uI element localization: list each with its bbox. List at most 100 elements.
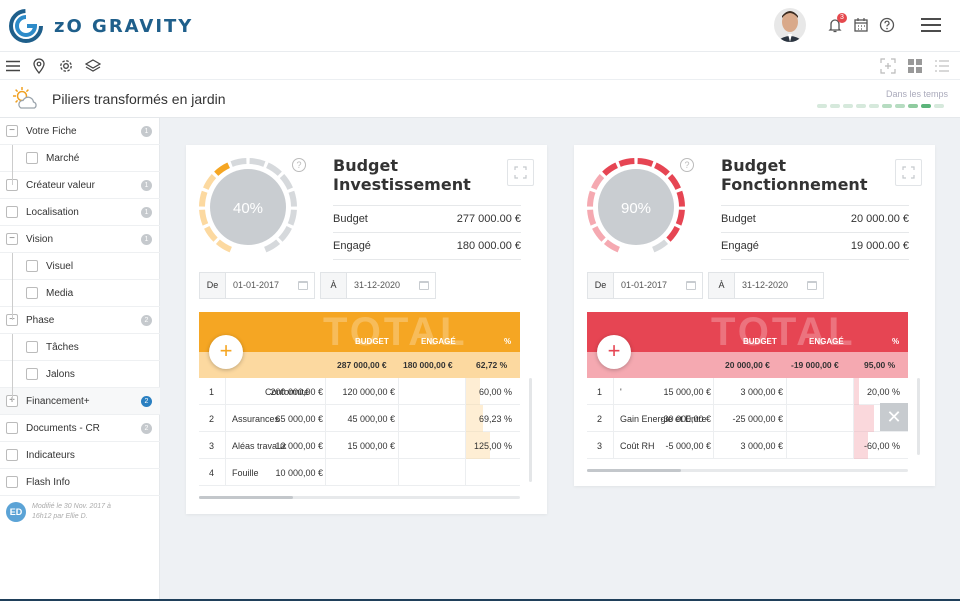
- sidebar-item[interactable]: − Vision 1: [0, 226, 160, 253]
- scrollbar-thumb[interactable]: [199, 496, 293, 499]
- add-line-button[interactable]: +: [597, 335, 631, 369]
- table-row[interactable]: 4 Fouille 10 000,00 €: [199, 459, 520, 486]
- column-header-percent[interactable]: %: [892, 337, 899, 346]
- budget-label: Budget: [721, 213, 756, 225]
- secondary-toolbar: [0, 52, 960, 80]
- main-menu-icon[interactable]: [920, 16, 942, 34]
- checkbox[interactable]: [6, 476, 18, 488]
- page-title: Piliers transformés en jardin: [52, 91, 226, 107]
- vertical-scrollbar[interactable]: [529, 378, 532, 482]
- sidebar-item[interactable]: Indicateurs: [0, 442, 160, 469]
- sidebar-item[interactable]: −Phase2: [0, 307, 160, 334]
- table-row[interactable]: 3 Aléas travaux 12 000,00 €15 000,00 €125,…: [199, 432, 520, 459]
- close-icon[interactable]: ✕: [880, 403, 908, 431]
- column-divider: [325, 378, 326, 405]
- checkbox[interactable]: [26, 341, 38, 353]
- sidebar-item[interactable]: +Financement+2: [0, 388, 160, 415]
- calendar-icon[interactable]: [852, 16, 870, 34]
- horizontal-scrollbar[interactable]: [587, 469, 908, 472]
- row-number: 2: [597, 414, 603, 424]
- sidebar-item[interactable]: Marché: [0, 145, 160, 172]
- column-header-engage[interactable]: ENGAGÉ: [421, 337, 456, 346]
- checkbox[interactable]: [26, 368, 38, 380]
- sidebar-item[interactable]: Créateur valeur 1: [0, 172, 160, 199]
- engage-label: Engagé: [333, 240, 371, 252]
- checkbox[interactable]: [26, 260, 38, 272]
- gauge-segment: [278, 225, 292, 242]
- help-icon[interactable]: [878, 16, 896, 34]
- sidebar-item[interactable]: Localisation 1: [0, 199, 160, 226]
- tree-connector: [12, 253, 13, 320]
- sidebar-item[interactable]: Tâches: [0, 334, 160, 361]
- checkbox[interactable]: [6, 449, 18, 461]
- hamburger-icon[interactable]: [5, 58, 21, 74]
- divider: [721, 259, 909, 260]
- column-header-budget[interactable]: BUDGET: [355, 337, 389, 346]
- calendar-icon[interactable]: [686, 281, 696, 290]
- date-to-field[interactable]: À 31-12-2020: [320, 272, 436, 299]
- date-from-input[interactable]: 01-01-2017: [226, 273, 314, 298]
- column-header-percent[interactable]: %: [504, 337, 511, 346]
- timeline-progress: [817, 104, 944, 108]
- gravity-logo-icon[interactable]: [8, 8, 44, 44]
- location-pin-icon[interactable]: [31, 58, 47, 74]
- table-row[interactable]: 2 Assurances 65 000,00 € 45 000,00 € 69,23 %: [199, 405, 520, 432]
- budget-value: 20 000.00 €: [850, 213, 909, 225]
- add-line-button[interactable]: +: [209, 335, 243, 369]
- help-icon[interactable]: ?: [292, 158, 306, 172]
- gauge-segment: [618, 158, 635, 167]
- focus-expand-icon[interactable]: [880, 58, 896, 74]
- checkbox[interactable]: [6, 422, 18, 434]
- sidebar-item[interactable]: Media: [0, 280, 160, 307]
- tree-connector: [12, 145, 13, 185]
- vertical-scrollbar[interactable]: [917, 378, 920, 455]
- checkbox[interactable]: [6, 206, 18, 218]
- table-row[interactable]: 2 Gain Energie et Entre -30 000,00 € -25 00…: [587, 405, 908, 432]
- sidebar-item-count-badge: 1: [141, 234, 152, 245]
- table-row[interactable]: 1 ' 15 000,00 € 3 000,00 € 20,00 %: [587, 378, 908, 405]
- date-from-field[interactable]: De 01-01-2017: [587, 272, 703, 299]
- checkbox[interactable]: [26, 287, 38, 299]
- sidebar-item[interactable]: Flash Info: [0, 469, 160, 496]
- grid-view-icon[interactable]: [907, 58, 923, 74]
- calendar-icon[interactable]: [298, 281, 308, 290]
- row-budget: -30 000,00 €: [660, 414, 711, 424]
- date-to-field[interactable]: À 31-12-2020: [708, 272, 824, 299]
- help-icon[interactable]: ?: [680, 158, 694, 172]
- layers-icon[interactable]: [85, 58, 101, 74]
- checkbox[interactable]: [26, 152, 38, 164]
- column-header-engage[interactable]: ENGAGÉ: [809, 337, 844, 346]
- table-row[interactable]: 3 Coût RH -5 000,00 € 3 000,00 € -60,00 %: [587, 432, 908, 459]
- date-from-input[interactable]: 01-01-2017: [614, 273, 702, 298]
- calendar-icon[interactable]: [807, 281, 817, 290]
- horizontal-scrollbar[interactable]: [199, 496, 520, 499]
- column-divider: [853, 432, 854, 459]
- fullscreen-button[interactable]: [507, 159, 534, 186]
- row-engage: 3 000,00 €: [740, 441, 783, 451]
- collapse-icon[interactable]: −: [6, 125, 18, 137]
- column-divider: [465, 432, 466, 459]
- sidebar-item[interactable]: Documents - CR 2: [0, 415, 160, 442]
- engage-value: 19 000.00 €: [850, 240, 909, 252]
- scrollbar-thumb[interactable]: [587, 469, 681, 472]
- sidebar-item[interactable]: Visuel: [0, 253, 160, 280]
- gauge-segment: [199, 190, 208, 207]
- gauge-segment: [652, 239, 669, 253]
- gear-icon[interactable]: [58, 58, 74, 74]
- user-avatar[interactable]: [774, 8, 806, 42]
- calendar-icon[interactable]: [419, 281, 429, 290]
- date-to-value: 31-12-2020: [742, 280, 789, 290]
- date-from-field[interactable]: De 01-01-2017: [199, 272, 315, 299]
- editor-avatar[interactable]: ED: [6, 502, 26, 522]
- column-divider: [613, 378, 614, 405]
- table-row[interactable]: 1 Conformité 200 000,00 €120 000,00 €60,00…: [199, 378, 520, 405]
- total-header: TOTAL BUDGET ENGAGÉ%: [587, 312, 908, 352]
- column-header-budget[interactable]: BUDGET: [743, 337, 777, 346]
- date-to-input[interactable]: 31-12-2020: [347, 273, 435, 298]
- list-view-icon[interactable]: [934, 58, 950, 74]
- sidebar-item[interactable]: − Votre Fiche 1: [0, 118, 160, 145]
- date-to-input[interactable]: 31-12-2020: [735, 273, 823, 298]
- sidebar-item[interactable]: Jalons: [0, 361, 160, 388]
- collapse-icon[interactable]: −: [6, 233, 18, 245]
- fullscreen-button[interactable]: [895, 159, 922, 186]
